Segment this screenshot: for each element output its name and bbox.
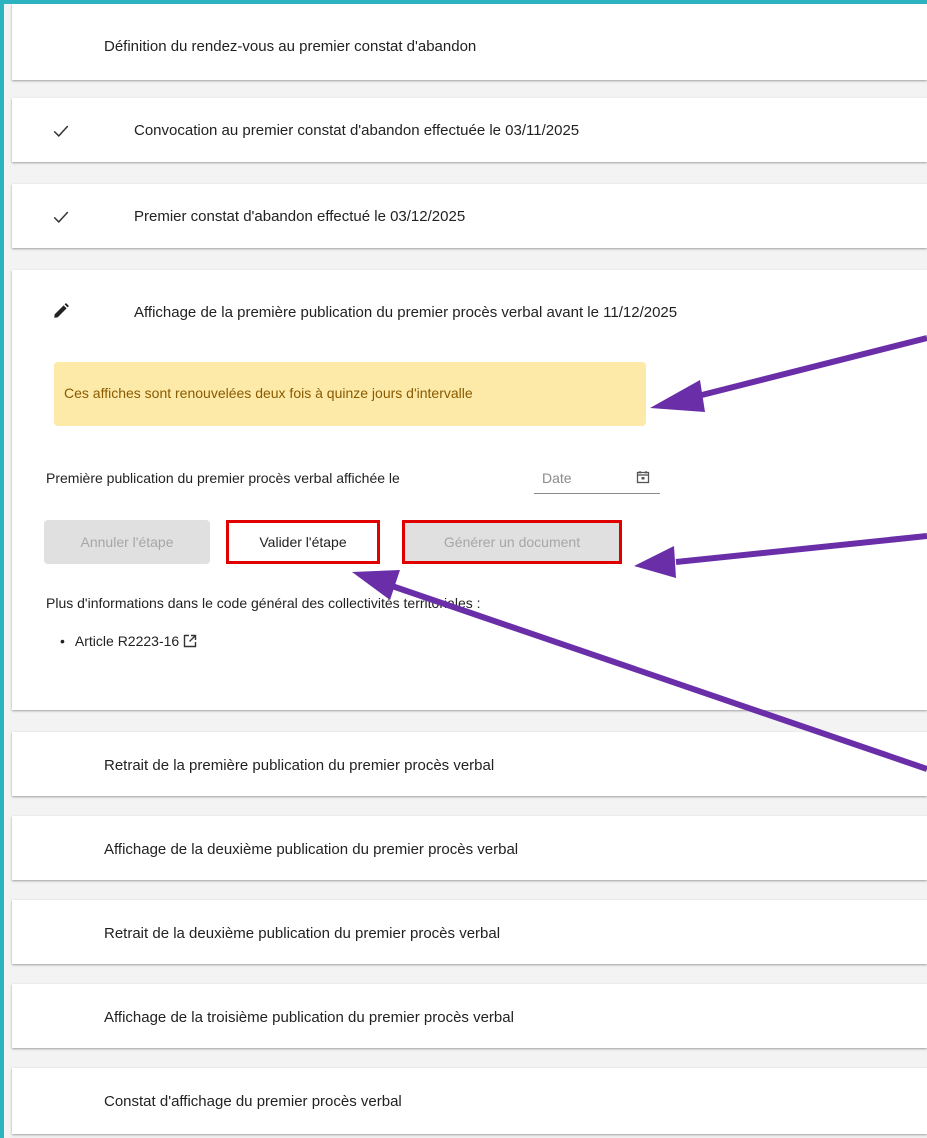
step-first-publication-active[interactable]: Affichage de la première publication du … xyxy=(12,270,927,710)
alert-text: Ces affiches sont renouvelées deux fois … xyxy=(64,385,473,401)
check-icon xyxy=(53,125,69,137)
info-alert: Ces affiches sont renouvelées deux fois … xyxy=(54,362,646,426)
article-link[interactable]: Article R2223-16 xyxy=(75,633,179,649)
step-first-publication-removal[interactable]: Retrait de la première publication du pr… xyxy=(12,732,927,796)
cancel-step-button[interactable]: Annuler l'étape xyxy=(44,520,210,564)
generate-document-button[interactable]: Générer un document xyxy=(402,520,622,564)
date-field-label: Première publication du premier procès v… xyxy=(46,470,400,486)
step-title: Affichage de la deuxième publication du … xyxy=(104,841,519,858)
calendar-icon[interactable] xyxy=(636,470,650,484)
step-title: Constat d'affichage du premier procès ve… xyxy=(104,1093,402,1110)
article-list-item: • Article R2223-16 xyxy=(60,633,197,649)
step-title: Retrait de la deuxième publication du pr… xyxy=(104,925,501,942)
step-title: Définition du rendez-vous au premier con… xyxy=(104,38,477,55)
step-title: Retrait de la première publication du pr… xyxy=(104,757,495,774)
check-icon xyxy=(53,211,69,223)
step-title: Affichage de la première publication du … xyxy=(134,304,678,321)
step-second-publication[interactable]: Affichage de la deuxième publication du … xyxy=(12,816,927,880)
step-second-publication-removal[interactable]: Retrait de la deuxième publication du pr… xyxy=(12,900,927,964)
step-first-constat[interactable]: Premier constat d'abandon effectué le 03… xyxy=(12,184,927,248)
step-third-publication[interactable]: Affichage de la troisième publication du… xyxy=(12,984,927,1048)
step-display-constat[interactable]: Constat d'affichage du premier procès ve… xyxy=(12,1068,927,1134)
step-title: Convocation au premier constat d'abandon… xyxy=(134,122,580,139)
date-input-wrapper[interactable] xyxy=(534,463,660,494)
date-input[interactable] xyxy=(540,469,624,487)
pencil-icon xyxy=(54,303,69,318)
validate-step-button[interactable]: Valider l'étape xyxy=(226,520,380,564)
external-link-icon[interactable] xyxy=(183,634,197,648)
step-rendezvous-definition[interactable]: Définition du rendez-vous au premier con… xyxy=(12,4,927,80)
step-title: Premier constat d'abandon effectué le 03… xyxy=(134,208,466,225)
step-title: Affichage de la troisième publication du… xyxy=(104,1009,514,1026)
bullet: • xyxy=(60,633,65,649)
step-convocation[interactable]: Convocation au premier constat d'abandon… xyxy=(12,98,927,162)
more-info-text: Plus d'informations dans le code général… xyxy=(46,595,481,611)
screenshot-frame: Définition du rendez-vous au premier con… xyxy=(4,4,927,1138)
